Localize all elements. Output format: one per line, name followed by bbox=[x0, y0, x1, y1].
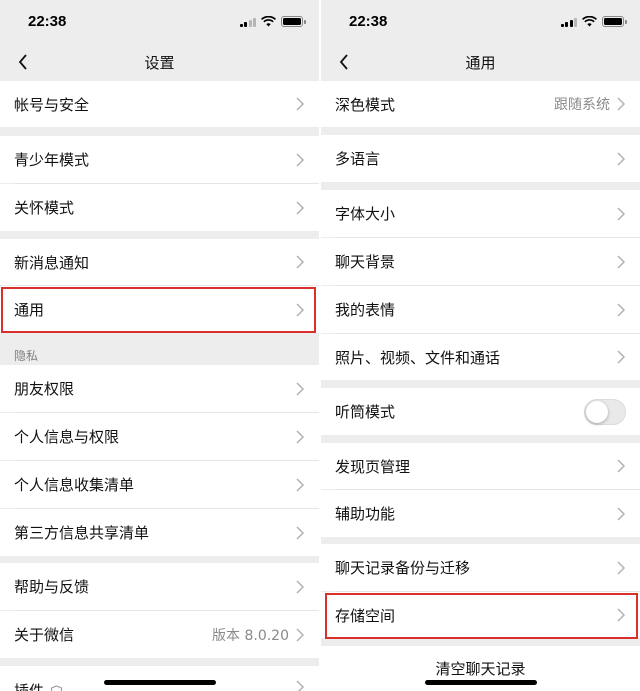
chat-background-item[interactable]: 聊天背景 bbox=[321, 238, 640, 285]
item-label: 新消息通知 bbox=[14, 253, 90, 272]
page-title: 设置 bbox=[144, 54, 175, 72]
friend-permissions-item[interactable]: 朋友权限 bbox=[0, 365, 319, 412]
nav-bar: 设置 bbox=[0, 44, 319, 80]
dark-mode-value: 跟随系统 bbox=[554, 97, 610, 113]
storage-item[interactable]: 存储空间 bbox=[321, 592, 640, 638]
chevron-right-icon bbox=[617, 459, 626, 473]
status-time: 22:38 bbox=[28, 13, 67, 30]
cellular-signal-icon bbox=[560, 17, 577, 27]
chevron-right-icon bbox=[617, 206, 626, 221]
chevron-right-icon bbox=[617, 506, 626, 521]
chevron-right-icon bbox=[617, 302, 626, 317]
account-security-item[interactable]: 帐号与安全 bbox=[0, 81, 319, 127]
settings-screen: 22:38 设置 帐号与安全 青少年模式 关怀模式 新消息通知 通用 隐私 朋友… bbox=[0, 0, 319, 691]
item-label: 个人信息与权限 bbox=[14, 428, 120, 446]
page-title: 通用 bbox=[465, 54, 496, 72]
system-icons bbox=[239, 16, 306, 27]
chevron-right-icon bbox=[296, 429, 305, 444]
general-settings-screen: 22:38 通用 深色模式 跟随系统 多语言 字体大小 聊天背景 我的表情 照片… bbox=[321, 0, 640, 691]
item-label: 存储空间 bbox=[335, 606, 396, 625]
item-label: 个人信息收集清单 bbox=[14, 476, 135, 494]
item-label: 听筒模式 bbox=[335, 403, 396, 421]
wifi-icon bbox=[261, 16, 276, 27]
battery-icon bbox=[602, 16, 627, 27]
chevron-right-icon bbox=[617, 608, 626, 622]
general-item[interactable]: 通用 bbox=[0, 286, 319, 333]
chevron-right-icon bbox=[617, 254, 626, 269]
third-party-sharing-item[interactable]: 第三方信息共享清单 bbox=[0, 509, 319, 556]
my-stickers-item[interactable]: 我的表情 bbox=[321, 286, 640, 333]
care-mode-item[interactable]: 关怀模式 bbox=[0, 184, 319, 231]
chevron-right-icon bbox=[296, 152, 305, 167]
nav-bar: 通用 bbox=[321, 44, 640, 80]
plugins-item[interactable]: 插件 bbox=[0, 666, 319, 691]
item-label: 通用 bbox=[14, 301, 45, 319]
system-icons bbox=[560, 16, 627, 27]
item-label: 青少年模式 bbox=[14, 151, 90, 169]
chevron-right-icon bbox=[296, 200, 305, 215]
item-label: 聊天记录备份与迁移 bbox=[335, 559, 471, 577]
item-label: 深色模式 bbox=[335, 95, 396, 114]
earpiece-mode-item: 听筒模式 bbox=[321, 388, 640, 435]
status-bar: 22:38 bbox=[321, 0, 640, 44]
chat-backup-item[interactable]: 聊天记录备份与迁移 bbox=[321, 544, 640, 591]
version-value: 版本 8.0.20 bbox=[212, 627, 289, 644]
plugins-label: 插件 bbox=[14, 682, 45, 691]
item-label: 多语言 bbox=[335, 150, 381, 168]
shield-icon bbox=[50, 685, 63, 691]
home-indicator bbox=[103, 680, 216, 685]
about-wechat-item[interactable]: 关于微信 版本 8.0.20 bbox=[0, 611, 319, 658]
item-label: 关于微信 bbox=[14, 626, 75, 644]
item-label: 关怀模式 bbox=[14, 199, 75, 217]
chevron-right-icon bbox=[296, 525, 305, 540]
chevron-right-icon bbox=[296, 255, 305, 269]
privacy-section-label: 隐私 bbox=[14, 349, 39, 363]
chevron-right-icon bbox=[296, 381, 305, 396]
info-collection-list-item[interactable]: 个人信息收集清单 bbox=[0, 461, 319, 508]
chevron-right-icon bbox=[296, 477, 305, 492]
media-files-item[interactable]: 照片、视频、文件和通话 bbox=[321, 334, 640, 380]
battery-icon bbox=[281, 16, 306, 27]
item-label: 照片、视频、文件和通话 bbox=[335, 348, 501, 367]
earpiece-mode-toggle[interactable] bbox=[584, 398, 626, 425]
dark-mode-item[interactable]: 深色模式 跟随系统 bbox=[321, 81, 640, 127]
chevron-right-icon bbox=[296, 579, 305, 594]
chevron-right-icon bbox=[617, 560, 626, 575]
personal-info-item[interactable]: 个人信息与权限 bbox=[0, 413, 319, 460]
cellular-signal-icon bbox=[239, 17, 256, 27]
clear-chat-label: 清空聊天记录 bbox=[435, 660, 526, 678]
font-size-item[interactable]: 字体大小 bbox=[321, 190, 640, 237]
chevron-right-icon bbox=[296, 302, 305, 317]
chevron-right-icon bbox=[617, 151, 626, 166]
item-label: 发现页管理 bbox=[335, 457, 411, 476]
accessibility-item[interactable]: 辅助功能 bbox=[321, 490, 640, 537]
discover-management-item[interactable]: 发现页管理 bbox=[321, 443, 640, 489]
chevron-right-icon bbox=[296, 97, 305, 111]
teen-mode-item[interactable]: 青少年模式 bbox=[0, 136, 319, 183]
chevron-right-icon bbox=[617, 350, 626, 364]
status-time: 22:38 bbox=[349, 13, 388, 30]
help-feedback-item[interactable]: 帮助与反馈 bbox=[0, 563, 319, 610]
chevron-right-icon bbox=[617, 97, 626, 111]
item-label: 辅助功能 bbox=[335, 505, 396, 523]
item-label: 朋友权限 bbox=[14, 380, 75, 398]
status-bar: 22:38 bbox=[0, 0, 319, 44]
language-item[interactable]: 多语言 bbox=[321, 135, 640, 182]
item-label: 第三方信息共享清单 bbox=[14, 524, 150, 542]
item-label: 我的表情 bbox=[335, 301, 396, 319]
home-indicator bbox=[424, 680, 537, 685]
chevron-right-icon bbox=[296, 680, 305, 691]
chevron-right-icon bbox=[296, 627, 305, 642]
item-label: 帮助与反馈 bbox=[14, 578, 90, 596]
item-label: 帐号与安全 bbox=[14, 95, 90, 114]
wifi-icon bbox=[582, 16, 597, 27]
new-message-notification-item[interactable]: 新消息通知 bbox=[0, 239, 319, 285]
item-label: 字体大小 bbox=[335, 205, 396, 223]
item-label: 聊天背景 bbox=[335, 253, 396, 271]
